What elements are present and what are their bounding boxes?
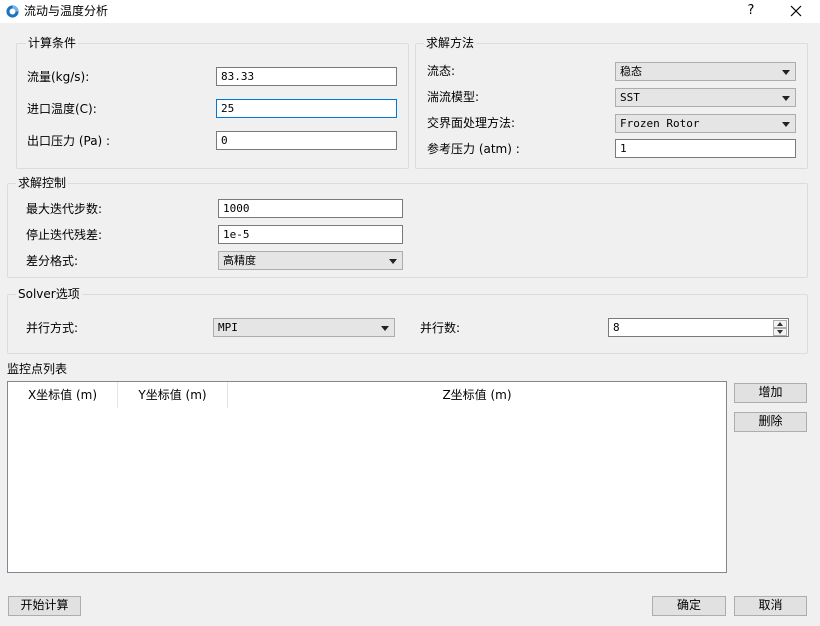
title-bar: 流动与温度分析 ?	[0, 0, 820, 23]
ref-pressure-label: 参考压力 (atm) :	[427, 142, 520, 156]
scheme-value: 高精度	[223, 254, 256, 267]
scheme-select[interactable]: 高精度	[218, 251, 403, 270]
interface-value: Frozen Rotor	[620, 117, 700, 130]
stop-residual-input[interactable]: 1e-5	[218, 225, 403, 244]
monitor-table[interactable]: X坐标值 (m) Y坐标值 (m) Z坐标值 (m)	[7, 381, 727, 573]
chevron-down-icon	[782, 122, 790, 127]
parallel-count-spinbox[interactable]: 8	[608, 318, 789, 337]
stop-residual-label: 停止迭代残差:	[26, 228, 103, 242]
chevron-down-icon	[389, 259, 397, 264]
flow-state-select[interactable]: 稳态	[615, 62, 796, 81]
scheme-label: 差分格式:	[26, 254, 79, 268]
max-iter-label: 最大迭代步数:	[26, 202, 103, 216]
app-icon	[6, 5, 19, 18]
parallel-count-label: 并行数:	[420, 321, 461, 335]
chevron-down-icon	[381, 326, 389, 331]
flow-state-value: 稳态	[620, 65, 642, 78]
turbulence-select[interactable]: SST	[615, 88, 796, 107]
parallel-count-value: 8	[613, 321, 620, 334]
ref-pressure-input[interactable]: 1	[615, 139, 796, 158]
interface-select[interactable]: Frozen Rotor	[615, 114, 796, 133]
max-iter-input[interactable]: 1000	[218, 199, 403, 218]
solver-options-title: Solver选项	[16, 287, 82, 301]
flow-input[interactable]: 83.33	[216, 67, 397, 86]
solve-method-title: 求解方法	[424, 36, 477, 50]
interface-label: 交界面处理方法:	[427, 116, 516, 130]
turbulence-label: 湍流模型:	[427, 90, 480, 104]
solve-control-group	[7, 183, 808, 278]
chevron-down-icon	[782, 96, 790, 101]
monitor-list-title: 监控点列表	[7, 362, 68, 376]
close-button[interactable]	[784, 1, 808, 21]
spin-down-icon[interactable]	[773, 328, 787, 336]
calc-conditions-title: 计算条件	[26, 36, 79, 50]
column-header-y[interactable]: Y坐标值 (m)	[118, 382, 228, 408]
outlet-pressure-input[interactable]: 0	[216, 131, 397, 150]
add-button[interactable]: 增加	[734, 383, 807, 403]
parallel-mode-label: 并行方式:	[26, 321, 79, 335]
parallel-mode-value: MPI	[218, 321, 238, 334]
flow-label: 流量(kg/s):	[27, 70, 90, 84]
start-calc-button[interactable]: 开始计算	[8, 596, 81, 616]
chevron-down-icon	[782, 70, 790, 75]
spin-up-icon[interactable]	[773, 320, 787, 328]
parallel-mode-select[interactable]: MPI	[213, 318, 395, 337]
outlet-pressure-label: 出口压力 (Pa) :	[27, 134, 111, 148]
inlet-temp-label: 进口温度(C):	[27, 102, 97, 116]
ok-button[interactable]: 确定	[652, 596, 726, 616]
help-button[interactable]: ?	[741, 1, 761, 21]
delete-button[interactable]: 删除	[734, 412, 807, 432]
column-header-z[interactable]: Z坐标值 (m)	[228, 382, 726, 408]
window-title: 流动与温度分析	[24, 4, 109, 18]
turbulence-value: SST	[620, 91, 640, 104]
inlet-temp-input[interactable]: 25	[216, 99, 397, 118]
flow-state-label: 流态:	[427, 64, 456, 78]
column-header-x[interactable]: X坐标值 (m)	[8, 382, 118, 408]
cancel-button[interactable]: 取消	[734, 596, 807, 616]
solve-control-title: 求解控制	[16, 176, 69, 190]
close-icon	[790, 5, 802, 17]
